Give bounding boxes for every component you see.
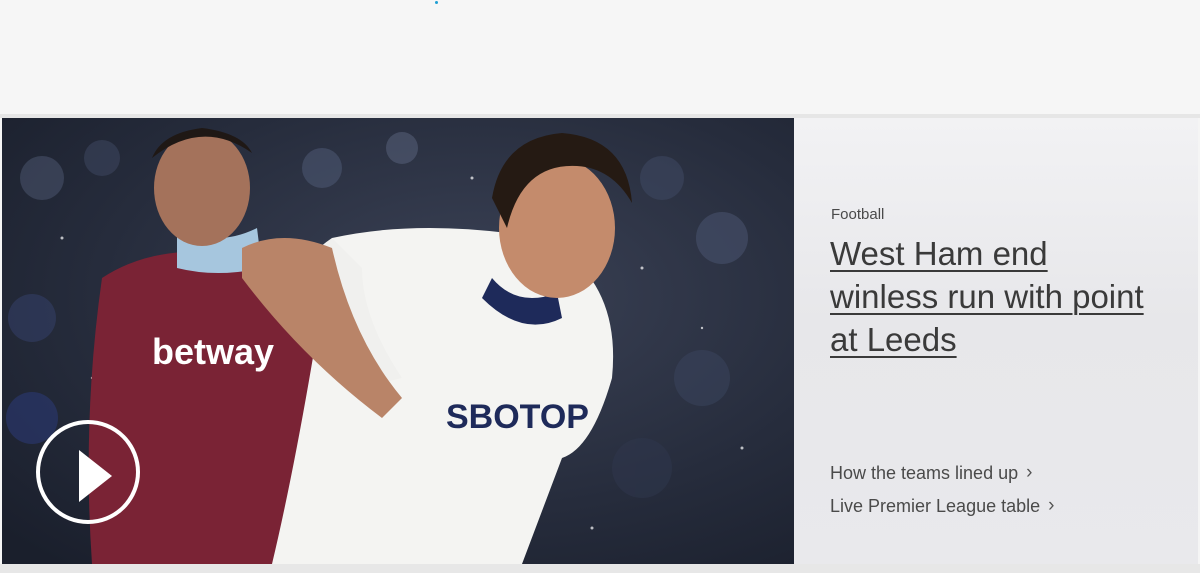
hero-story: betway SBOTOP Football West Ham end winl… xyxy=(2,118,1198,564)
link-league-table-label: Live Premier League table xyxy=(830,496,1041,516)
hero-media[interactable]: betway SBOTOP xyxy=(2,118,794,564)
loading-dot xyxy=(435,1,438,4)
story-headline[interactable]: West Ham end winless run with point at L… xyxy=(830,232,1160,361)
story-category[interactable]: Football xyxy=(831,206,884,223)
bottom-strip xyxy=(0,564,1200,573)
play-video-button[interactable] xyxy=(36,420,140,524)
chevron-right-icon: › xyxy=(1026,462,1033,483)
story-panel: Football West Ham end winless run with p… xyxy=(794,118,1198,564)
link-league-table[interactable]: Live Premier League table › xyxy=(830,495,1055,518)
chevron-right-icon: › xyxy=(1048,495,1055,516)
link-team-lineups-label: How the teams lined up xyxy=(830,463,1019,483)
sponsor-betway: betway xyxy=(152,331,274,372)
sponsor-sbotop: SBOTOP xyxy=(446,398,589,436)
play-icon xyxy=(79,450,112,502)
link-team-lineups[interactable]: How the teams lined up › xyxy=(830,462,1033,485)
top-banner-area xyxy=(0,0,1200,114)
